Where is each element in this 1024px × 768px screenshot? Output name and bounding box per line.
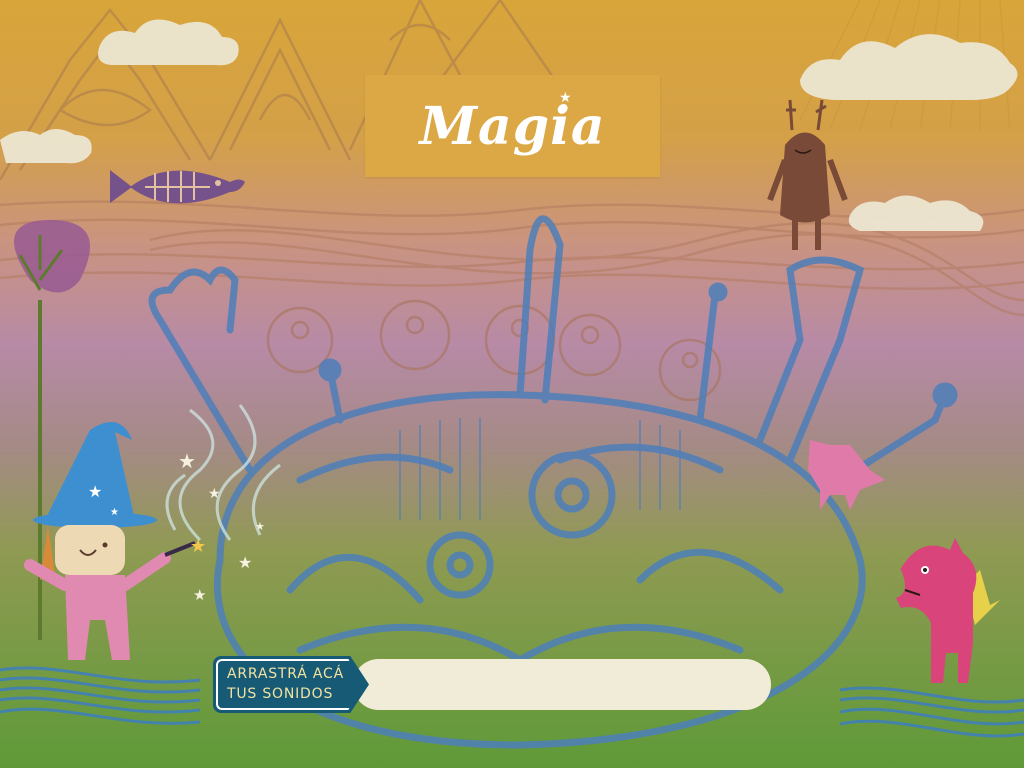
svg-text:★: ★ [178, 449, 196, 473]
svg-text:★: ★ [208, 486, 221, 502]
svg-text:★: ★ [88, 482, 102, 501]
svg-text:★: ★ [110, 507, 119, 518]
drop-zone-label-line1: ARRASTRÁ ACÁ [227, 666, 344, 682]
svg-text:★: ★ [193, 586, 206, 604]
title-plate: Magia [365, 75, 660, 177]
drop-zone-tag: ARRASTRÁ ACÁ TUS SONIDOS [213, 656, 369, 713]
sound-drop-bar[interactable] [353, 659, 771, 710]
svg-text:★: ★ [255, 520, 265, 533]
page-title: Magia [419, 95, 606, 157]
sound-drop-zone[interactable]: ARRASTRÁ ACÁ TUS SONIDOS [213, 656, 773, 713]
star-icon: ★ [559, 90, 572, 106]
drop-zone-label-line2: TUS SONIDOS [227, 686, 334, 702]
svg-text:★: ★ [238, 553, 252, 572]
